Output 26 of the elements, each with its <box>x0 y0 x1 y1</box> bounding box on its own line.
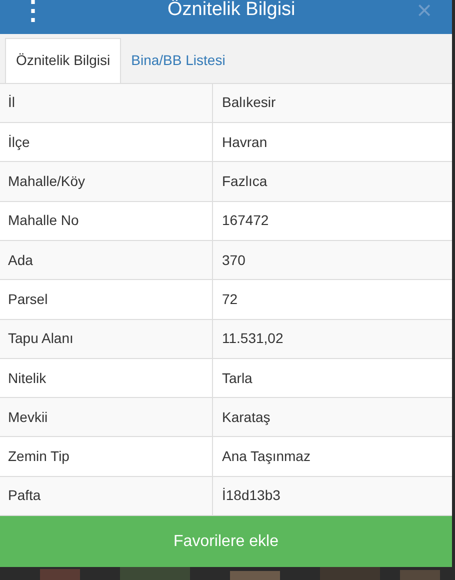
field-value: 167472 <box>222 211 269 230</box>
tab[interactable]: Bina/BB Listesi <box>121 38 236 83</box>
field-label: Zemin Tip <box>8 447 70 466</box>
field-value: Balıkesir <box>222 93 276 112</box>
field-value: 11.531,02 <box>222 329 284 348</box>
field-label: İlçe <box>8 132 30 152</box>
field-value: İ18d13b3 <box>222 486 280 506</box>
field-label: Mevkii <box>8 408 48 427</box>
tab[interactable]: Öznitelik Bilgisi <box>5 38 122 83</box>
field-label: Nitelik <box>8 368 46 388</box>
field-value: Fazlıca <box>222 172 268 192</box>
add-favorites-button[interactable]: Favorilere ekle <box>0 516 452 567</box>
field-label: Ada <box>8 250 33 270</box>
field-value: Havran <box>222 132 268 152</box>
menu-icon[interactable]: ⋮ <box>20 0 46 23</box>
field-value: Tarla <box>222 368 252 388</box>
field-label: Pafta <box>8 486 41 506</box>
field-value: 72 <box>222 290 238 309</box>
field-value: Karataş <box>222 408 270 427</box>
field-label: Mahalle/Köy <box>8 172 86 192</box>
field-label: Tapu Alanı <box>8 329 74 348</box>
field-label: Parsel <box>8 290 48 309</box>
field-label: İl <box>8 93 15 112</box>
field-value: Ana Taşınmaz <box>222 447 310 466</box>
field-value: 370 <box>222 250 246 270</box>
field-label: Mahalle No <box>8 211 79 230</box>
